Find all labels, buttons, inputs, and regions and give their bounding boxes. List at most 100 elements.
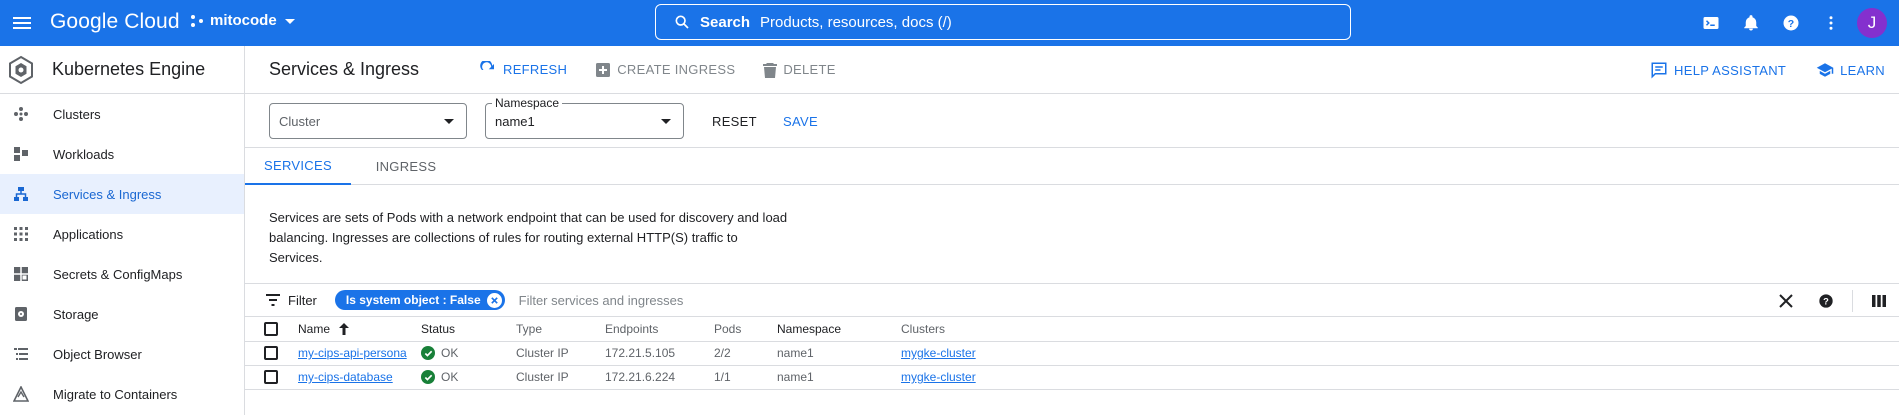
add-box-icon <box>596 62 611 77</box>
delete-button[interactable]: DELETE <box>763 62 835 78</box>
save-button[interactable]: SAVE <box>783 114 818 129</box>
filter-help-icon[interactable]: ? <box>1806 284 1846 318</box>
sidebar-item-label: Migrate to Containers <box>53 386 178 402</box>
project-name: mitocode <box>210 12 277 29</box>
resource-filters: Cluster Namespace name1 RESET SAVE <box>245 94 1899 148</box>
chip-close-icon[interactable] <box>486 292 502 308</box>
google-cloud-logo[interactable]: Google Cloud <box>50 10 180 34</box>
filter-label: Filter <box>288 292 317 308</box>
more-vert-icon[interactable] <box>1811 0 1851 46</box>
pods-cell: 1/1 <box>714 365 777 390</box>
create-ingress-label: CREATE INGRESS <box>617 62 736 77</box>
filter-chip[interactable]: Is system object : False <box>334 290 505 310</box>
cluster-select[interactable]: Cluster <box>269 103 467 139</box>
sort-ascending-icon[interactable] <box>338 322 350 336</box>
column-header-type[interactable]: Type <box>516 317 605 342</box>
sidebar-item-label: Applications <box>53 226 124 242</box>
tab-bar: SERVICES INGRESS <box>245 148 1899 185</box>
learn-button[interactable]: LEARN <box>1816 61 1885 79</box>
namespace-value: name1 <box>495 113 535 129</box>
page-title: Services & Ingress <box>269 59 420 79</box>
cluster-link[interactable]: mygke-cluster <box>901 346 976 360</box>
namespace-select[interactable]: Namespace name1 <box>485 96 684 139</box>
chevron-down-icon <box>284 18 295 24</box>
row-checkbox[interactable] <box>264 346 278 360</box>
project-dots-icon <box>191 14 203 27</box>
sidebar-item-label: Storage <box>53 306 99 322</box>
column-header-namespace[interactable]: Namespace <box>777 317 901 342</box>
sidebar-item-secrets-configmaps[interactable]: Secrets & ConfigMaps <box>0 254 244 294</box>
search-hint: Products, resources, docs (/) <box>760 13 952 31</box>
page-header: Services & Ingress REFRESH CREATE INGRES… <box>245 46 1899 94</box>
object-browser-icon <box>14 348 28 360</box>
product-header: Kubernetes Engine <box>0 46 244 94</box>
sidebar-item-storage[interactable]: Storage <box>0 294 244 334</box>
account-avatar[interactable]: J <box>1857 8 1887 38</box>
page-description: Services are sets of Pods with a network… <box>269 210 788 265</box>
column-header-status[interactable]: Status <box>421 317 516 342</box>
check-circle-icon <box>421 370 435 384</box>
service-name-link[interactable]: my-cips-api-persona <box>298 346 407 360</box>
kubernetes-engine-icon <box>9 55 33 84</box>
refresh-label: REFRESH <box>503 62 568 77</box>
svg-text:?: ? <box>1823 296 1829 306</box>
column-header-endpoints[interactable]: Endpoints <box>605 317 714 342</box>
status-badge: OK <box>421 346 516 360</box>
row-checkbox[interactable] <box>264 370 278 384</box>
clear-filter-close-icon[interactable] <box>1766 284 1806 318</box>
refresh-button[interactable]: REFRESH <box>479 60 568 79</box>
sidebar-item-services-ingress[interactable]: Services & Ingress <box>0 174 244 214</box>
services-icon <box>14 187 28 201</box>
column-display-icon[interactable] <box>1859 284 1899 318</box>
check-circle-icon <box>421 346 435 360</box>
dropdown-arrow-icon <box>444 119 454 124</box>
hamburger-menu-icon[interactable] <box>10 11 34 35</box>
sidebar-item-workloads[interactable]: Workloads <box>0 134 244 174</box>
tab-services[interactable]: SERVICES <box>245 148 351 185</box>
chat-icon <box>1651 62 1667 79</box>
sidebar-item-applications[interactable]: Applications <box>0 214 244 254</box>
filter-button[interactable]: Filter <box>265 292 317 308</box>
filter-input[interactable] <box>518 292 1019 308</box>
notifications-bell-icon[interactable] <box>1731 0 1771 46</box>
services-table: Name Status Type Endpoints Pods Namespac… <box>245 317 1899 390</box>
table-filter-bar: Filter Is system object : False ? <box>245 283 1899 317</box>
cluster-link[interactable]: mygke-cluster <box>901 370 976 384</box>
type-cell: Cluster IP <box>516 365 605 390</box>
help-icon[interactable]: ? <box>1771 0 1811 46</box>
endpoints-cell: 172.21.6.224 <box>605 365 714 390</box>
help-assistant-label: HELP ASSISTANT <box>1674 62 1787 78</box>
help-assistant-button[interactable]: HELP ASSISTANT <box>1650 61 1786 79</box>
tab-ingress[interactable]: INGRESS <box>351 148 461 185</box>
namespace-label: Namespace <box>492 96 563 110</box>
select-all-checkbox[interactable] <box>245 317 298 342</box>
sidebar-item-clusters[interactable]: Clusters <box>0 94 244 134</box>
sidebar-item-object-browser[interactable]: Object Browser <box>0 334 244 374</box>
column-header-pods[interactable]: Pods <box>714 317 777 342</box>
column-header-clusters[interactable]: Clusters <box>901 317 1899 342</box>
namespace-cell: name1 <box>777 365 901 390</box>
filter-list-icon <box>266 294 280 306</box>
sidebar-item-migrate-to-containers[interactable]: Migrate to Containers <box>0 374 244 414</box>
endpoints-cell: 172.21.5.105 <box>605 341 714 366</box>
search-box[interactable]: Search Products, resources, docs (/) <box>655 4 1351 40</box>
namespace-cell: name1 <box>777 341 901 366</box>
applications-icon <box>14 227 28 241</box>
refresh-icon <box>480 60 494 70</box>
create-ingress-button[interactable]: CREATE INGRESS <box>595 62 735 78</box>
service-name-link[interactable]: my-cips-database <box>298 370 393 384</box>
cloud-shell-icon[interactable] <box>1691 0 1731 46</box>
delete-label: DELETE <box>783 62 836 77</box>
main-content: Services & Ingress REFRESH CREATE INGRES… <box>245 46 1899 415</box>
storage-icon <box>15 307 27 321</box>
project-picker[interactable]: mitocode <box>190 12 297 29</box>
status-badge: OK <box>421 370 516 384</box>
left-nav: Kubernetes Engine Clusters Workloads Ser… <box>0 46 245 415</box>
clusters-icon <box>14 107 28 121</box>
workloads-icon <box>14 147 28 161</box>
reset-button[interactable]: RESET <box>712 114 757 129</box>
table-header-row: Name Status Type Endpoints Pods Namespac… <box>245 317 1899 342</box>
column-header-name[interactable]: Name <box>298 317 421 342</box>
toolbar-divider <box>1852 290 1853 312</box>
school-icon <box>1816 63 1834 77</box>
